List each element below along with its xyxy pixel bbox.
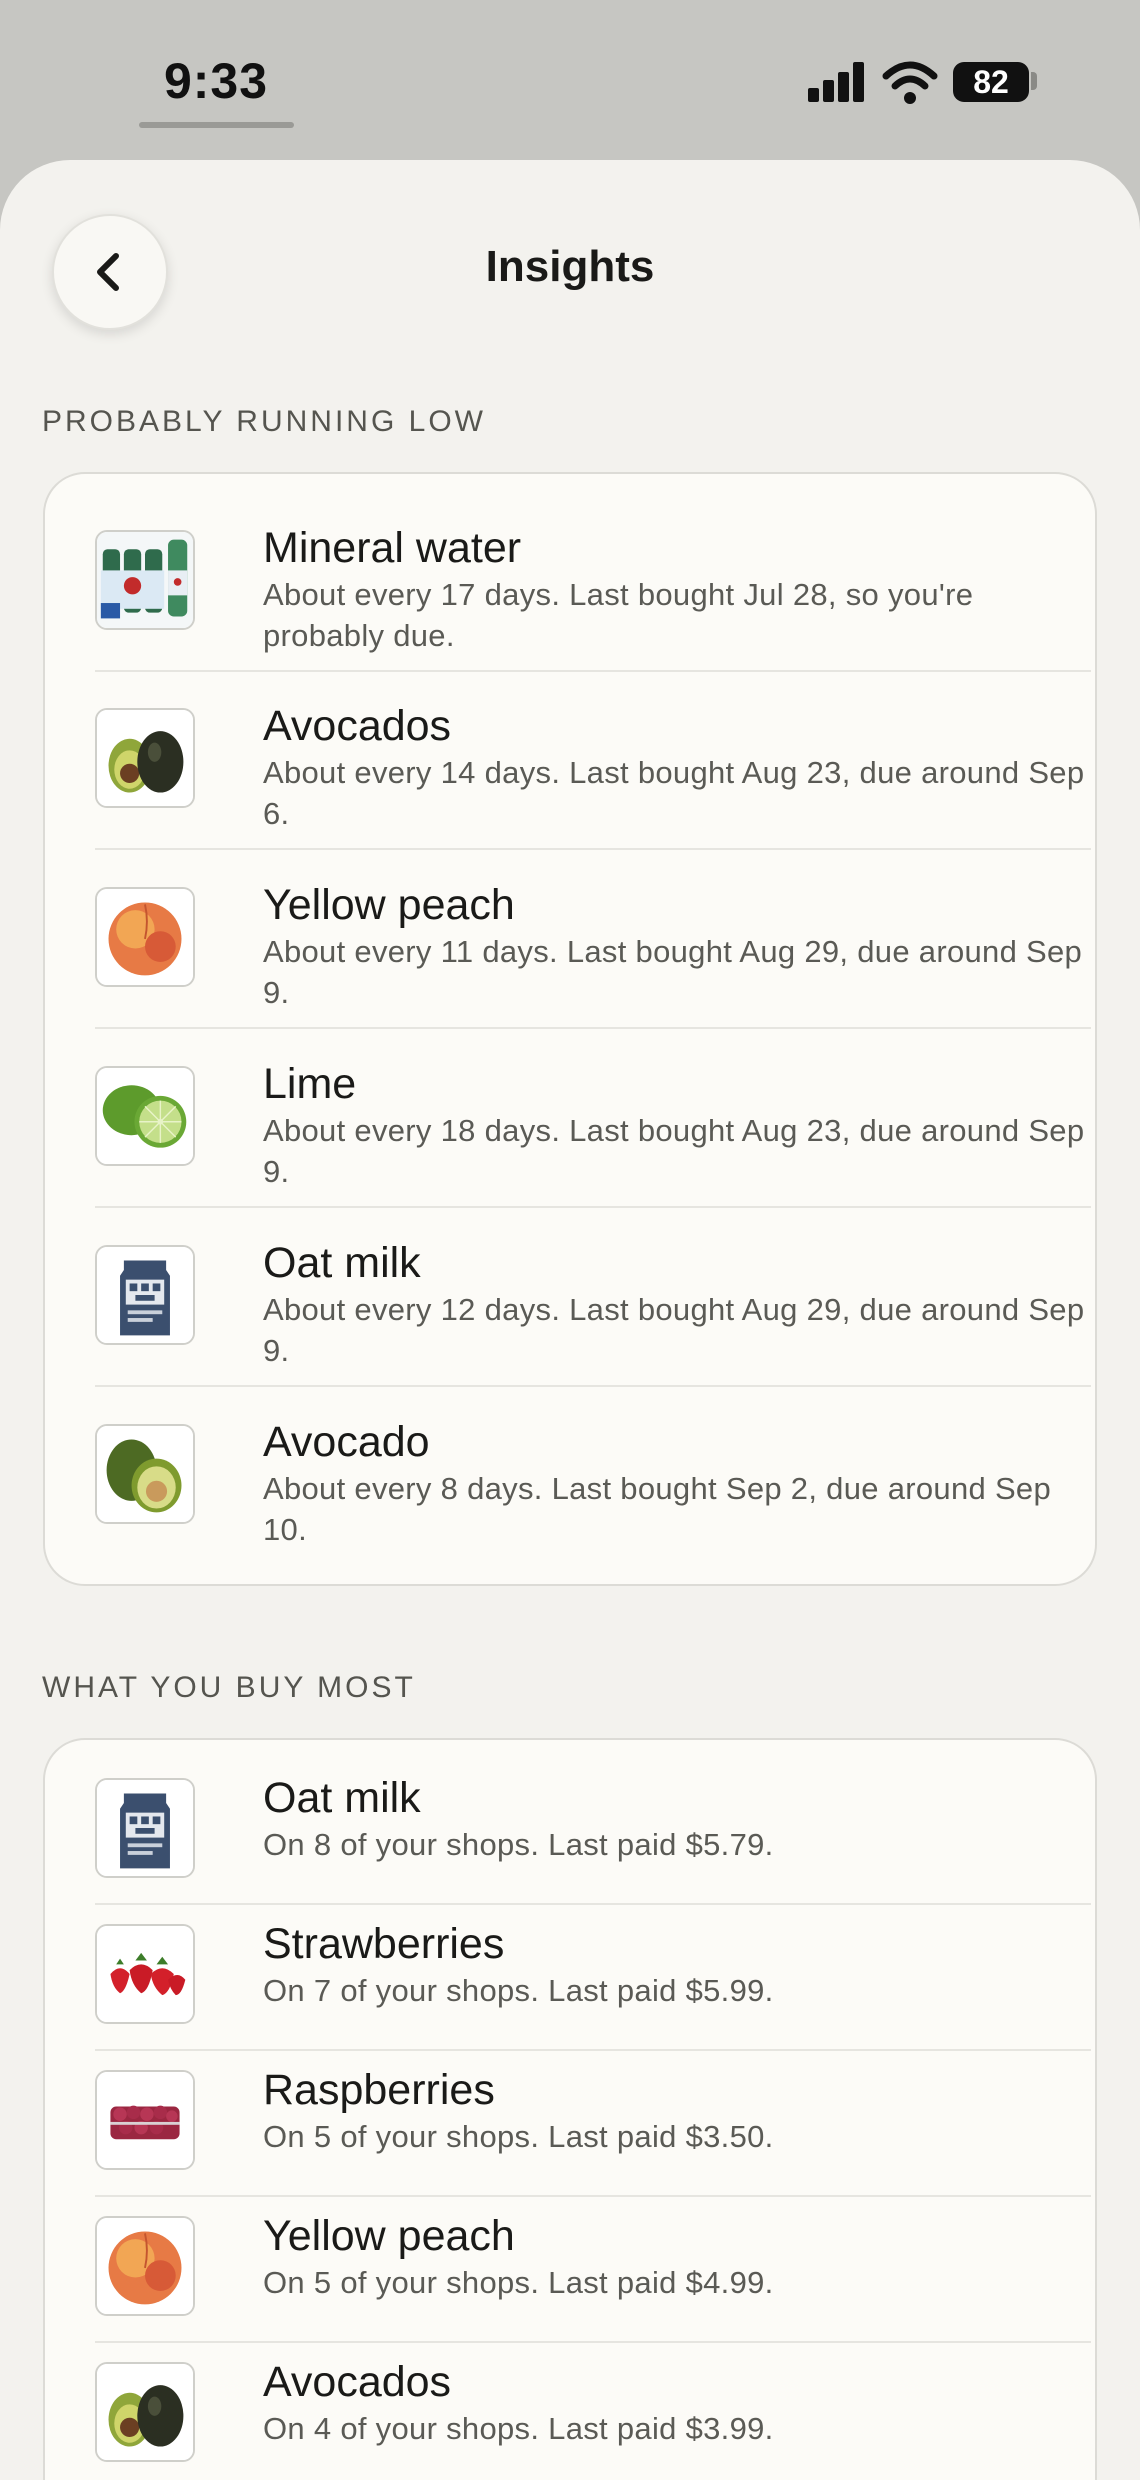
list-item[interactable]: Strawberries On 7 of your shops. Last pa…: [95, 1920, 1095, 2024]
raspberries-image: [95, 2070, 195, 2170]
avocado-image: [95, 1424, 195, 1524]
item-detail: About every 17 days. Last bought Jul 28,…: [263, 577, 974, 653]
list-item[interactable]: Yellow peach About every 11 days. Last b…: [95, 881, 1095, 1010]
item-detail: On 5 of your shops. Last paid $4.99.: [263, 2265, 774, 2300]
divider: [95, 2195, 1091, 2197]
list-item[interactable]: Raspberries On 5 of your shops. Last pai…: [95, 2066, 1095, 2170]
cellular-signal-icon: [808, 62, 868, 102]
divider: [95, 2049, 1091, 2051]
item-detail: About every 18 days. Last bought Aug 23,…: [263, 1113, 1085, 1189]
divider: [95, 1385, 1091, 1387]
list-item[interactable]: Yellow peach On 5 of your shops. Last pa…: [95, 2212, 1095, 2316]
item-detail: On 8 of your shops. Last paid $5.79.: [263, 1827, 774, 1862]
mineral-water-image: [95, 530, 195, 630]
item-name: Avocados: [263, 2358, 452, 2406]
divider: [95, 1903, 1091, 1905]
item-name: Oat milk: [263, 1239, 421, 1287]
list-item[interactable]: Avocados About every 14 days. Last bough…: [95, 702, 1095, 831]
wifi-icon: [882, 61, 938, 104]
item-name: Avocado: [263, 1418, 430, 1466]
insights-sheet: Insights PROBABLY RUNNING LOW Mineral wa…: [0, 160, 1140, 2480]
list-item[interactable]: Oat milk About every 12 days. Last bough…: [95, 1239, 1095, 1368]
item-name: Raspberries: [263, 2066, 495, 2114]
avocados-image: [95, 2362, 195, 2462]
section-title-running-low: PROBABLY RUNNING LOW: [42, 405, 486, 438]
divider: [95, 670, 1091, 672]
buy-most-card: Oat milk On 8 of your shops. Last paid $…: [43, 1738, 1097, 2480]
lime-image: [95, 1066, 195, 1166]
item-name: Yellow peach: [263, 2212, 515, 2260]
item-detail: On 7 of your shops. Last paid $5.99.: [263, 1973, 774, 2008]
item-name: Avocados: [263, 702, 452, 750]
time-underline: [139, 122, 294, 128]
peach-image: [95, 887, 195, 987]
item-detail: About every 14 days. Last bought Aug 23,…: [263, 755, 1085, 831]
divider: [95, 848, 1091, 850]
list-item[interactable]: Mineral water About every 17 days. Last …: [95, 524, 1095, 653]
divider: [95, 1206, 1091, 1208]
status-time: 9:33: [163, 53, 269, 109]
item-detail: On 4 of your shops. Last paid $3.99.: [263, 2411, 774, 2446]
item-detail: About every 12 days. Last bought Aug 29,…: [263, 1292, 1085, 1368]
item-name: Mineral water: [263, 524, 522, 572]
section-title-buy-most: WHAT YOU BUY MOST: [42, 1671, 416, 1704]
list-item[interactable]: Avocado About every 8 days. Last bought …: [95, 1418, 1095, 1547]
battery-level: 82: [953, 62, 1029, 102]
avocados-image: [95, 708, 195, 808]
divider: [95, 1027, 1091, 1029]
oat-milk-image: [95, 1245, 195, 1345]
item-name: Yellow peach: [263, 881, 515, 929]
oat-milk-image: [95, 1778, 195, 1878]
list-item[interactable]: Avocados On 4 of your shops. Last paid $…: [95, 2358, 1095, 2462]
item-detail: About every 11 days. Last bought Aug 29,…: [263, 934, 1083, 1010]
page-title: Insights: [485, 242, 655, 291]
item-detail: On 5 of your shops. Last paid $3.50.: [263, 2119, 774, 2154]
peach-image: [95, 2216, 195, 2316]
status-bar: 9:33 82: [0, 0, 1140, 160]
item-name: Lime: [263, 1060, 357, 1108]
battery-cap: [1031, 72, 1037, 90]
divider: [95, 2341, 1091, 2343]
list-item[interactable]: Lime About every 18 days. Last bought Au…: [95, 1060, 1095, 1189]
strawberries-image: [95, 1924, 195, 2024]
item-detail: About every 8 days. Last bought Sep 2, d…: [263, 1471, 1052, 1547]
item-name: Strawberries: [263, 1920, 505, 1968]
running-low-card: Mineral water About every 17 days. Last …: [43, 472, 1097, 1586]
list-item[interactable]: Oat milk On 8 of your shops. Last paid $…: [95, 1774, 1095, 1878]
item-name: Oat milk: [263, 1774, 421, 1822]
